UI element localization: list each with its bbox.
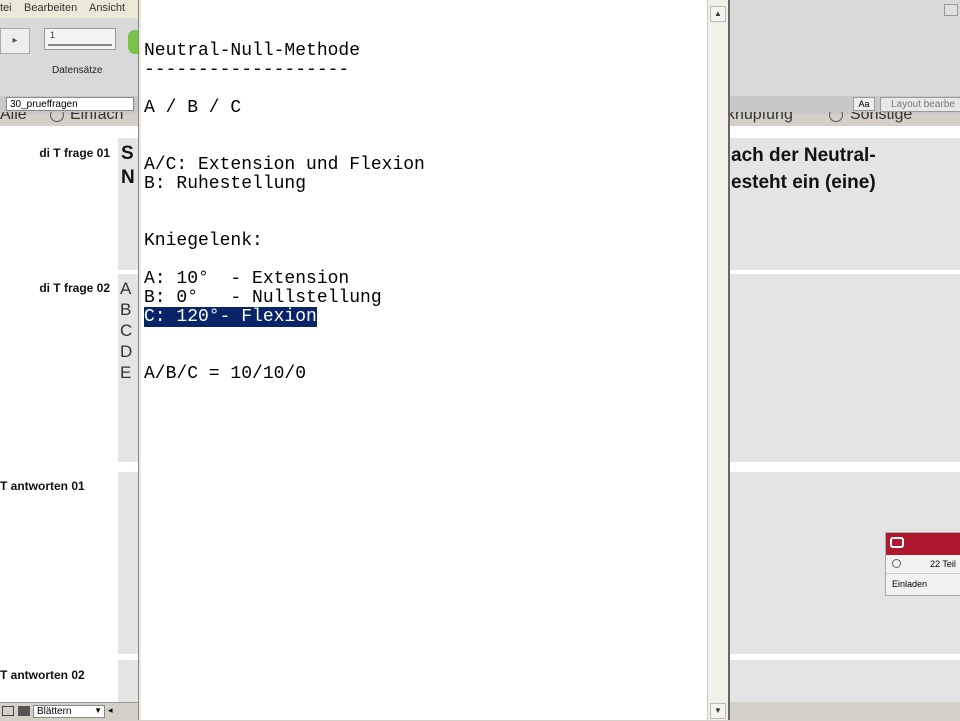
field-label-frage01: di T frage 01 (39, 146, 110, 160)
answer-letters: A B C D E (120, 278, 132, 383)
letter-a: A (120, 279, 132, 298)
editor-line: ------------------- (144, 60, 350, 80)
record-toolbar: ▸ 1 Datensätze (0, 18, 142, 96)
editor-line: A/B/C = 10/10/0 (144, 364, 307, 384)
radio-other-label: Sonstige (850, 112, 913, 123)
editor-line: A: 10° - Extension (144, 269, 350, 289)
selected-text-line: C: 120°- Flexion (144, 307, 317, 327)
status-list-icon[interactable] (18, 706, 30, 716)
status-bar: Blättern ▼ ◂ (0, 702, 140, 721)
radio-link-label: knüpfung (727, 112, 793, 123)
toolbar-right (730, 0, 960, 96)
letter-d: D (120, 342, 133, 361)
editor-line: B: 0° - Nullstellung (144, 288, 382, 308)
collab-panel: 22 Teil Einladen (885, 532, 960, 596)
text-size-button[interactable]: Aa (853, 97, 875, 111)
editor-line: A/C: Extension und Flexion (144, 155, 425, 175)
mode-select-label: Blättern (37, 706, 72, 717)
radio-button-icon[interactable] (50, 112, 64, 122)
letter-b: B (120, 300, 132, 319)
layout-edit-button[interactable]: Layout bearbe (880, 97, 960, 112)
menu-edit[interactable]: Bearbeiten (24, 2, 77, 14)
frage01-text-right: ach der Neutral- esteht ein (eine) (731, 145, 876, 193)
panel-header (886, 533, 960, 555)
record-number: 1 (50, 30, 56, 40)
letter-e: E (120, 363, 132, 382)
radio-button-icon[interactable] (829, 112, 843, 122)
radio-all-label: Alle (0, 112, 27, 123)
participants-count: 22 Teil (930, 559, 956, 569)
chat-icon[interactable] (890, 537, 904, 548)
editor-line: B: Ruhestellung (144, 174, 307, 194)
editor-document[interactable]: Neutral-Null-Methode -------------------… (144, 42, 425, 384)
invite-link[interactable]: Einladen (892, 579, 927, 589)
field-label-antworten02: T antworten 02 (0, 668, 85, 682)
menu-bar: tei Bearbeiten Ansicht (0, 0, 140, 18)
menu-view[interactable]: Ansicht (89, 2, 125, 14)
panel-divider (886, 573, 960, 574)
status-view-icon[interactable] (2, 706, 14, 716)
field-label-antworten01: T antworten 01 (0, 479, 85, 493)
editor-text-area[interactable]: Neutral-Null-Methode -------------------… (141, 0, 709, 720)
chevron-down-icon: ▼ (94, 706, 102, 715)
status-bar-right (730, 702, 960, 720)
participants-icon (892, 559, 901, 568)
field-label-frage02: di T frage 02 (39, 281, 110, 295)
slider-track (48, 44, 112, 46)
text-editor-window: Neutral-Null-Methode -------------------… (138, 0, 730, 720)
book-icon[interactable]: ▸ (0, 28, 30, 54)
mode-select[interactable]: Blättern ▼ (33, 705, 105, 718)
frage01-text-left: S N (121, 143, 135, 188)
editor-line: Kniegelenk: (144, 231, 263, 251)
scroll-left-icon[interactable]: ◂ (108, 705, 113, 716)
database-select[interactable]: 30_prueffragen (6, 97, 134, 111)
radio-simple-label: Einfach (70, 112, 124, 123)
menu-file[interactable]: tei (0, 2, 12, 14)
editor-line: A / B / C (144, 98, 242, 118)
vertical-scrollbar[interactable]: ▲ ▼ (707, 0, 728, 720)
editor-line: Neutral-Null-Methode (144, 41, 361, 61)
records-label: Datensätze (52, 65, 103, 76)
scroll-down-icon[interactable]: ▼ (710, 703, 726, 719)
letter-c: C (120, 321, 133, 340)
scroll-up-icon[interactable]: ▲ (710, 6, 726, 22)
window-control[interactable] (944, 4, 958, 16)
